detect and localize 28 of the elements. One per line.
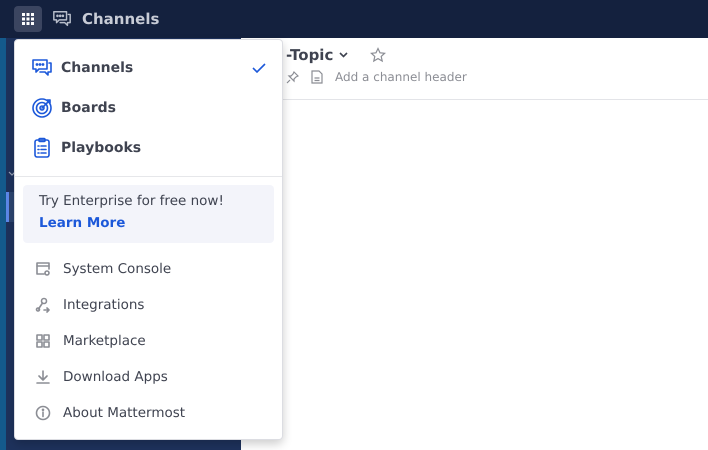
sidebar-selected-item[interactable] <box>6 192 14 222</box>
learn-more-link[interactable]: Learn More <box>39 215 126 231</box>
product-switcher-button[interactable] <box>14 6 42 32</box>
console-gear-icon <box>35 261 51 277</box>
menu-item[interactable]: Integrations <box>15 287 282 323</box>
menu-item[interactable]: About Mattermost <box>15 395 282 431</box>
download-icon <box>35 369 51 385</box>
checkmark-icon <box>252 63 266 73</box>
chat-bubbles-icon <box>52 9 72 29</box>
grid-icon <box>35 333 51 349</box>
menu-item[interactable]: Marketplace <box>15 323 282 359</box>
promo-text: Try Enterprise for free now! <box>39 193 225 209</box>
chevron-down-icon[interactable] <box>339 52 348 58</box>
plug-link-icon <box>35 297 51 313</box>
product-title: Channels <box>82 10 160 28</box>
document-icon[interactable] <box>311 70 323 84</box>
star-icon[interactable] <box>370 47 386 63</box>
app-grid-icon <box>22 13 34 25</box>
channel-name[interactable]: -Topic <box>286 46 334 64</box>
menu-item[interactable]: System Console <box>15 251 282 287</box>
product-menu-item[interactable]: Boards <box>15 88 282 128</box>
pin-icon[interactable] <box>286 70 299 84</box>
info-icon <box>35 405 51 421</box>
product-menu-item[interactable]: Channels <box>15 48 282 88</box>
product-menu-item[interactable]: Playbooks <box>15 128 282 168</box>
menu-item[interactable]: Download Apps <box>15 359 282 395</box>
clipboard-list-icon <box>31 137 53 159</box>
target-icon <box>31 97 53 119</box>
